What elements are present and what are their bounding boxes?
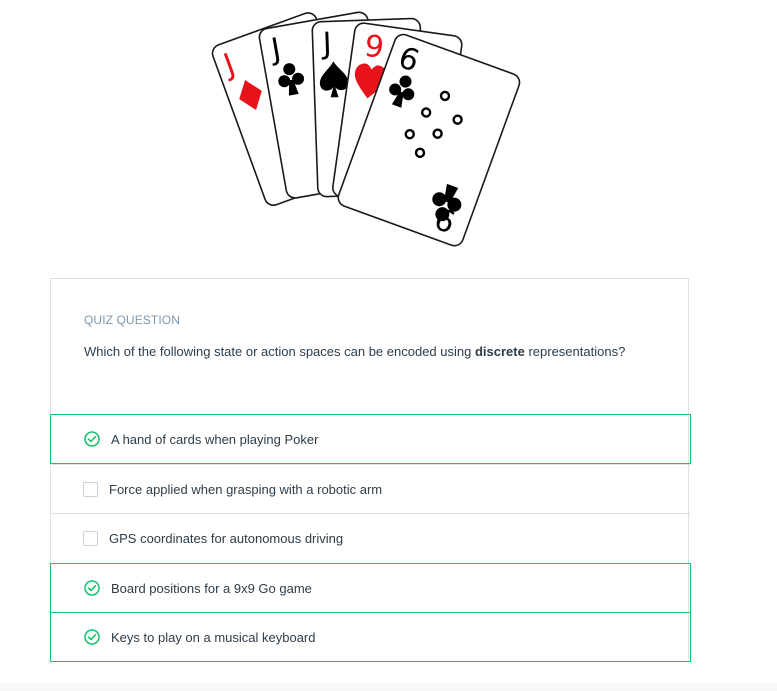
option-label: Force applied when grasping with a robot…: [109, 482, 383, 497]
check-circle-icon[interactable]: [84, 580, 100, 596]
quiz-prompt: Which of the following state or action s…: [84, 341, 655, 363]
option-label: Keys to play on a musical keyboard: [111, 629, 316, 645]
option-label: Board positions for a 9x9 Go game: [111, 580, 312, 596]
page-footer-band: [0, 683, 777, 691]
option-poker-hand[interactable]: A hand of cards when playing Poker: [50, 414, 691, 464]
prompt-text: Which of the following state or action s…: [84, 344, 475, 359]
option-gps-coordinates[interactable]: GPS coordinates for autonomous driving: [50, 513, 691, 563]
option-musical-keyboard[interactable]: Keys to play on a musical keyboard: [50, 612, 691, 662]
quiz-header: QUIZ QUESTION Which of the following sta…: [51, 279, 688, 415]
check-circle-icon[interactable]: [84, 629, 100, 645]
checkbox[interactable]: [83, 531, 98, 546]
check-circle-icon[interactable]: [84, 431, 100, 447]
playing-cards-illustration: J J J 9 6 9: [211, 11, 521, 247]
prompt-text-end: representations?: [524, 344, 626, 359]
option-label: GPS coordinates for autonomous driving: [109, 531, 344, 546]
option-go-board[interactable]: Board positions for a 9x9 Go game: [50, 563, 691, 613]
checkbox[interactable]: [83, 482, 98, 497]
option-label: A hand of cards when playing Poker: [111, 431, 319, 447]
quiz-card: QUIZ QUESTION Which of the following sta…: [50, 278, 691, 662]
quiz-kicker: QUIZ QUESTION: [84, 313, 180, 327]
prompt-emphasis: discrete: [474, 344, 525, 359]
option-robotic-arm-force[interactable]: Force applied when grasping with a robot…: [50, 464, 691, 514]
